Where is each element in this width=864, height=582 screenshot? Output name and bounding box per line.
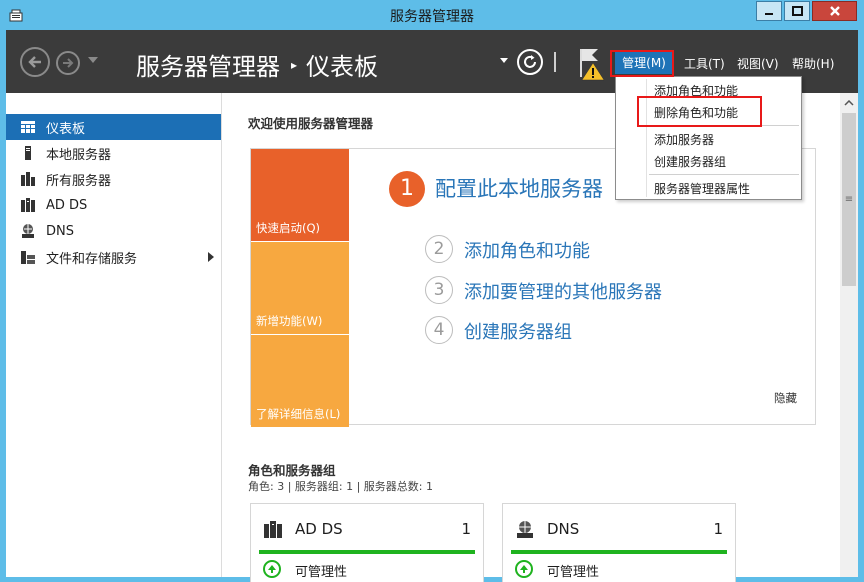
sidebar-item-dns[interactable]: DNS <box>6 218 221 244</box>
sidebar-item-file-storage[interactable]: 文件和存储服务 <box>6 244 221 270</box>
manage-dropdown-menu: 添加角色和功能 删除角色和功能 添加服务器 创建服务器组 服务器管理器属性 <box>615 76 802 200</box>
roles-section-title: 角色和服务器组 <box>248 463 336 478</box>
tools-menu[interactable]: 工具(T) <box>684 55 725 72</box>
menu-gutter <box>646 79 647 197</box>
minimize-icon <box>765 13 773 15</box>
menu-create-server-group[interactable]: 创建服务器组 <box>654 153 726 170</box>
close-button[interactable] <box>812 1 857 21</box>
minimize-button[interactable] <box>756 1 782 21</box>
breadcrumb: 服务器管理器 ▸ 仪表板 <box>136 47 378 82</box>
sidebar-item-label: 本地服务器 <box>46 147 112 163</box>
card-status-bar <box>259 550 475 554</box>
step-number-2: 2 <box>425 235 453 263</box>
view-dropdown-icon[interactable] <box>500 58 508 63</box>
sidebar-item-label: 所有服务器 <box>46 173 112 189</box>
welcome-title: 欢迎使用服务器管理器 <box>248 116 374 131</box>
scroll-thumb[interactable]: ≡ <box>842 113 856 286</box>
menu-server-manager-properties[interactable]: 服务器管理器属性 <box>654 180 750 197</box>
forward-button[interactable] <box>56 51 80 75</box>
scroll-up-button[interactable] <box>840 95 858 111</box>
dashboard-icon <box>21 121 35 133</box>
breadcrumb-separator: ▸ <box>291 57 298 72</box>
tile-whats-new[interactable]: 新增功能(W) <box>251 242 349 334</box>
step-number-4: 4 <box>425 316 453 344</box>
status-up-icon <box>515 560 533 578</box>
step-number-1: 1 <box>389 171 425 207</box>
close-icon <box>829 6 840 16</box>
tile-quick-start[interactable]: 快速启动(Q) <box>251 149 349 241</box>
sidebar-item-label: 文件和存储服务 <box>46 251 138 267</box>
back-button[interactable] <box>20 47 50 77</box>
hide-link[interactable]: 隐藏 <box>774 390 797 406</box>
ad-ds-icon <box>264 521 282 538</box>
card-title: AD DS <box>295 520 343 538</box>
vertical-scrollbar[interactable]: ≡ <box>840 93 858 577</box>
notifications-flag-icon[interactable] <box>576 47 608 81</box>
menu-separator <box>649 174 799 175</box>
tile-label: 了解详细信息(L) <box>256 407 341 421</box>
step-add-roles-features[interactable]: 添加角色和功能 <box>464 237 590 263</box>
sidebar-item-label: DNS <box>46 223 74 239</box>
card-status-bar <box>511 550 727 554</box>
arrow-right-icon <box>63 58 74 68</box>
dns-icon <box>22 224 34 238</box>
sidebar-item-local-server[interactable]: 本地服务器 <box>6 140 221 166</box>
local-server-icon <box>25 146 31 160</box>
menu-remove-roles-features[interactable]: 删除角色和功能 <box>654 104 738 121</box>
menu-add-servers[interactable]: 添加服务器 <box>654 131 714 148</box>
ad-ds-icon <box>21 198 35 212</box>
expand-arrow-icon[interactable] <box>208 252 214 262</box>
step-configure-local-server[interactable]: 配置此本地服务器 <box>435 173 603 203</box>
sidebar: 仪表板 本地服务器 所有服务器 AD DS DNS 文件和存储服务 <box>6 93 222 577</box>
arrow-left-icon <box>28 56 41 68</box>
maximize-button[interactable] <box>784 1 810 21</box>
role-card-ad-ds[interactable]: AD DS 1 可管理性 <box>250 503 484 582</box>
sidebar-item-ad-ds[interactable]: AD DS <box>6 192 221 218</box>
sidebar-item-dashboard[interactable]: 仪表板 <box>6 114 221 140</box>
maximize-icon <box>791 6 803 16</box>
card-title: DNS <box>547 520 580 538</box>
refresh-icon <box>524 55 536 68</box>
menu-separator <box>649 125 799 126</box>
card-status-label[interactable]: 可管理性 <box>547 561 599 580</box>
status-up-icon <box>263 560 281 578</box>
role-card-dns[interactable]: DNS 1 可管理性 <box>502 503 736 582</box>
step-number-3: 3 <box>425 276 453 304</box>
card-status-label[interactable]: 可管理性 <box>295 561 347 580</box>
menu-add-roles-features[interactable]: 添加角色和功能 <box>654 82 738 99</box>
sidebar-item-all-servers[interactable]: 所有服务器 <box>6 166 221 192</box>
window-title-bar: 服务器管理器 <box>0 0 864 30</box>
card-count: 1 <box>713 520 723 538</box>
sidebar-item-label: 仪表板 <box>46 121 86 137</box>
refresh-button[interactable] <box>517 49 543 75</box>
tile-learn-more[interactable]: 了解详细信息(L) <box>251 335 349 427</box>
breadcrumb-root[interactable]: 服务器管理器 <box>136 47 280 82</box>
step-create-server-group[interactable]: 创建服务器组 <box>464 318 572 344</box>
tile-label: 新增功能(W) <box>256 314 323 328</box>
manage-menu[interactable]: 管理(M) <box>615 52 673 74</box>
header-divider <box>554 52 556 72</box>
history-dropdown-icon[interactable] <box>88 57 98 63</box>
card-count: 1 <box>461 520 471 538</box>
window-title: 服务器管理器 <box>390 9 474 25</box>
sidebar-item-label: AD DS <box>46 197 88 213</box>
tile-label: 快速启动(Q) <box>256 221 321 235</box>
page-title: 仪表板 <box>306 53 379 81</box>
view-menu[interactable]: 视图(V) <box>737 55 779 72</box>
step-add-other-servers[interactable]: 添加要管理的其他服务器 <box>464 278 662 304</box>
chevron-up-icon <box>844 100 854 106</box>
all-servers-icon <box>21 172 35 186</box>
dns-icon <box>517 521 533 538</box>
help-menu[interactable]: 帮助(H) <box>792 55 834 72</box>
file-storage-icon <box>21 251 35 264</box>
roles-summary: 角色: 3 | 服务器组: 1 | 服务器总数: 1 <box>248 480 434 493</box>
